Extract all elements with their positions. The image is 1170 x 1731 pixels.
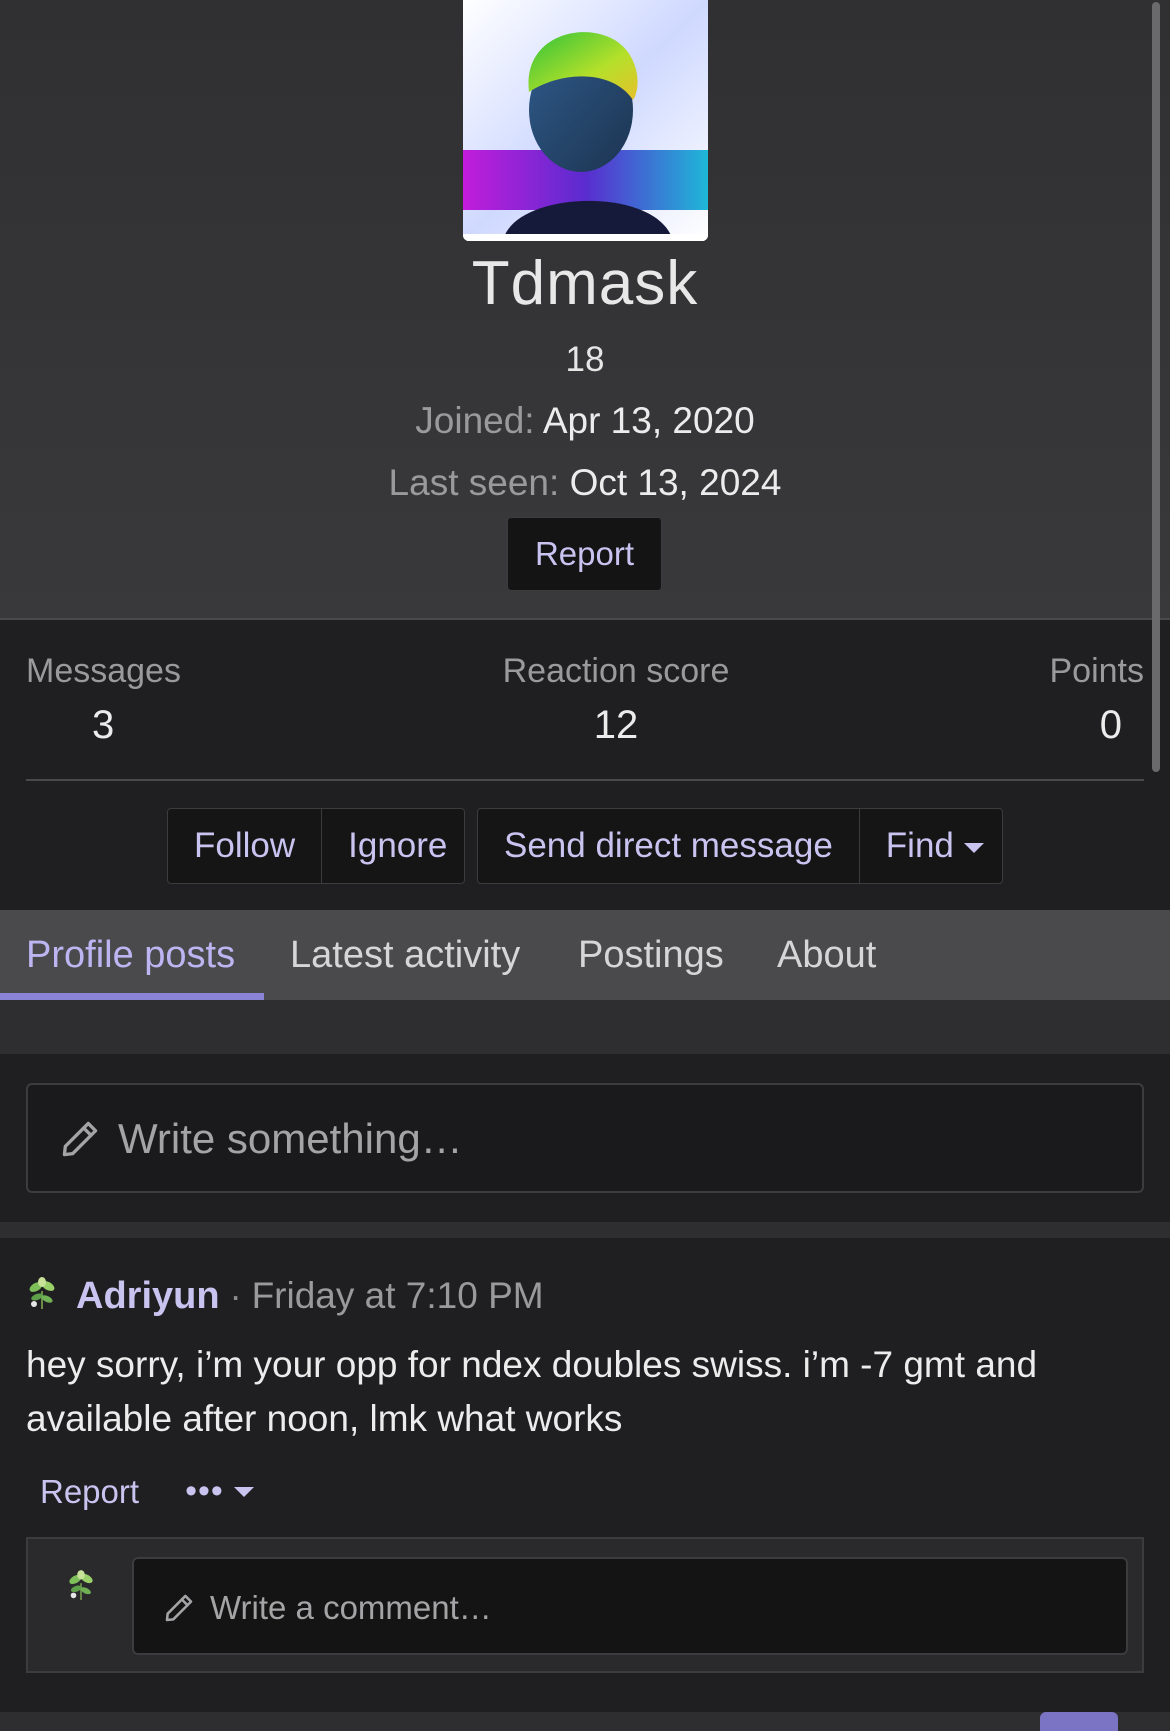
plant-avatar-icon	[66, 1569, 96, 1608]
more-dots-icon: •••	[185, 1472, 224, 1510]
pencil-icon	[162, 1591, 196, 1630]
tab-postings[interactable]: Postings	[578, 934, 724, 977]
post-report-link[interactable]: Report	[40, 1473, 139, 1511]
stat-reaction-score[interactable]: Reaction score 12	[496, 652, 736, 748]
joined-value: Apr 13, 2020	[542, 400, 755, 441]
caret-down-icon	[233, 1486, 254, 1497]
tab-latest-activity[interactable]: Latest activity	[290, 934, 520, 977]
last-seen-value[interactable]: Oct 13, 2024	[570, 462, 782, 503]
profile-username: Tdmask	[471, 249, 699, 318]
composer-placeholder: Write something…	[118, 1115, 463, 1162]
tab-profile-posts[interactable]: Profile posts	[26, 934, 235, 977]
active-tab-indicator	[0, 993, 264, 1000]
find-dropdown-button[interactable]: Find	[858, 809, 1002, 883]
profile-post-composer[interactable]: Write something…	[26, 1083, 1144, 1193]
plant-avatar-icon[interactable]	[26, 1276, 58, 1316]
post-body: hey sorry, i’m your opp for ndex doubles…	[26, 1344, 1038, 1439]
post-meta-separator: ·	[229, 1275, 242, 1316]
tab-about[interactable]: About	[777, 934, 876, 977]
profile-stats: Messages 3 Reaction score 12 Points 0	[0, 622, 1170, 782]
next-section-edge	[0, 1712, 1170, 1731]
message-find-group: Send direct message Find	[477, 808, 1003, 884]
profile-joined: Joined: Apr 13, 2020	[0, 400, 1170, 442]
stat-value: 3	[92, 703, 115, 747]
follow-button[interactable]: Follow	[168, 809, 321, 883]
stat-value: 12	[593, 703, 639, 747]
section-separator	[0, 1222, 1170, 1238]
stat-label: Points	[1049, 652, 1145, 690]
profile-report-button[interactable]: Report	[507, 517, 662, 591]
stat-label: Messages	[26, 652, 181, 690]
find-label: Find	[885, 826, 954, 865]
post-time[interactable]: Friday at 7:10 PM	[252, 1275, 544, 1317]
last-seen-label: Last seen:	[388, 462, 560, 503]
post-more-menu[interactable]: •••	[185, 1472, 254, 1511]
profile-last-seen: Last seen: Oct 13, 2024	[0, 462, 1170, 504]
stat-value: 0	[1099, 703, 1122, 747]
follow-ignore-group: Follow Ignore	[167, 808, 465, 884]
stat-messages[interactable]: Messages 3	[26, 652, 181, 748]
stats-divider	[26, 779, 1144, 781]
profile-avatar[interactable]	[463, 0, 708, 241]
comment-area: Write a comment…	[26, 1537, 1144, 1673]
post-header: Adriyun · Friday at 7:10 PM	[26, 1272, 544, 1320]
caret-down-icon	[963, 842, 984, 853]
post-author[interactable]: Adriyun	[76, 1275, 220, 1318]
profile-user-title: 18	[565, 340, 605, 379]
stat-label: Reaction score	[502, 652, 730, 690]
profile-header: Tdmask 18 Joined: Apr 13, 2020 Last seen…	[0, 0, 1170, 620]
joined-label: Joined:	[415, 400, 535, 441]
section-spacer	[0, 1002, 1170, 1054]
ignore-button[interactable]: Ignore	[321, 809, 464, 883]
stat-points[interactable]: Points 0	[1050, 652, 1145, 748]
comment-placeholder: Write a comment…	[210, 1589, 492, 1626]
scrollbar[interactable]	[1152, 2, 1160, 772]
floating-action-button[interactable]	[1040, 1712, 1118, 1731]
profile-tabs: Profile posts Latest activity Postings A…	[0, 910, 1170, 1002]
pencil-icon	[58, 1117, 102, 1166]
send-direct-message-button[interactable]: Send direct message	[478, 809, 859, 883]
post-actions: Report •••	[40, 1472, 254, 1511]
comment-input[interactable]: Write a comment…	[132, 1557, 1128, 1655]
